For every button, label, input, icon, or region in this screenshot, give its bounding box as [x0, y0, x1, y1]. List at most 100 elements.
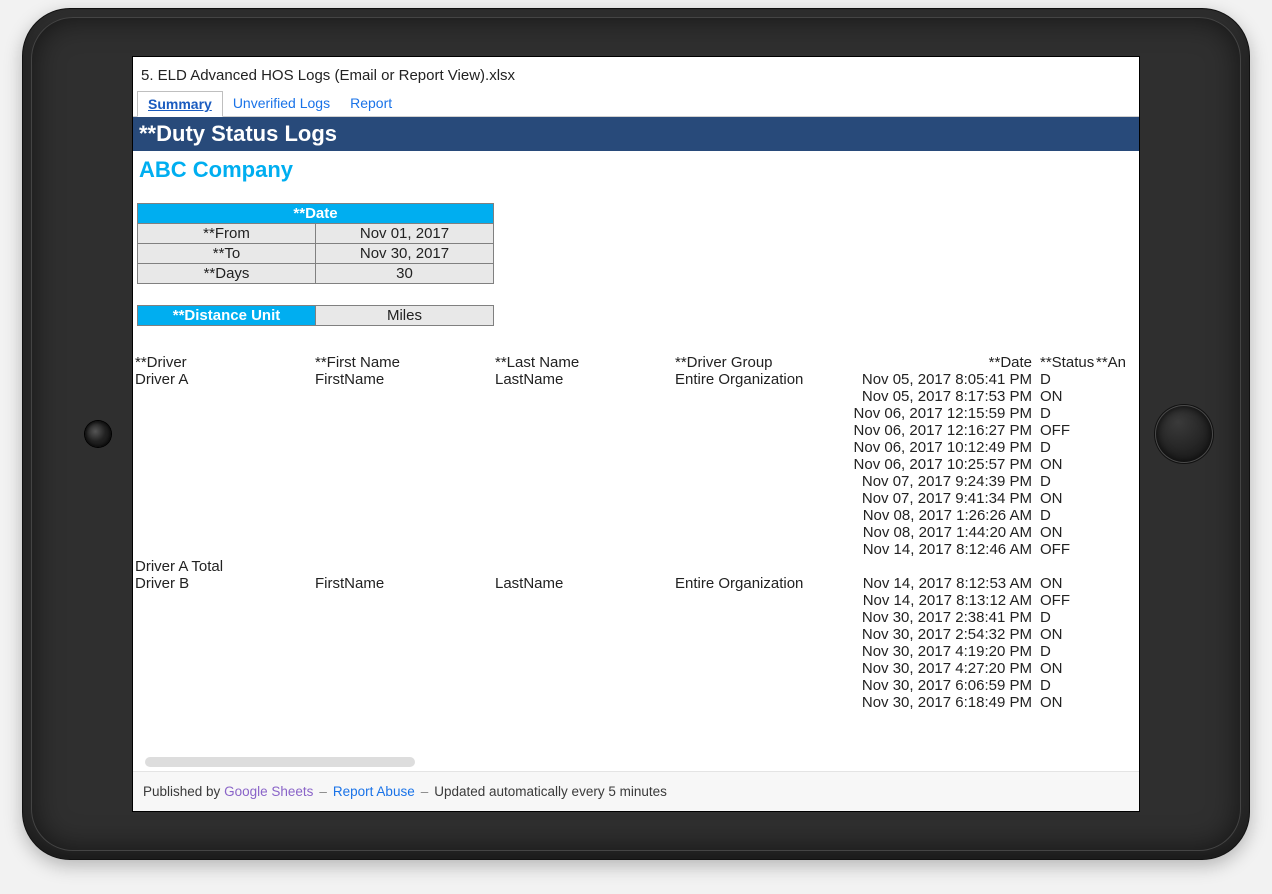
driver-last-name: LastName [495, 575, 675, 592]
log-date: Nov 07, 2017 9:41:34 PM [850, 490, 1036, 507]
footer-updated-text: Updated automatically every 5 minutes [434, 784, 667, 799]
log-status: ON [1036, 524, 1096, 541]
empty-cell [1036, 558, 1096, 575]
empty-cell [315, 541, 495, 558]
log-status: OFF [1036, 422, 1096, 439]
empty-cell [495, 677, 675, 694]
footer-report-abuse-link[interactable]: Report Abuse [333, 784, 415, 799]
empty-cell [495, 592, 675, 609]
empty-cell [135, 592, 315, 609]
log-date: Nov 05, 2017 8:05:41 PM [850, 371, 1036, 388]
log-status: D [1036, 405, 1096, 422]
from-value: Nov 01, 2017 [316, 224, 494, 244]
empty-cell [135, 643, 315, 660]
empty-cell [495, 422, 675, 439]
tab-summary[interactable]: Summary [137, 91, 223, 117]
col-first-name: **First Name [315, 354, 495, 371]
distance-unit-value: Miles [316, 306, 494, 326]
log-annotation [1096, 660, 1139, 677]
empty-cell [675, 558, 850, 575]
tab-report[interactable]: Report [340, 91, 402, 115]
empty-cell [135, 473, 315, 490]
log-date: Nov 30, 2017 2:54:32 PM [850, 626, 1036, 643]
log-date: Nov 05, 2017 8:17:53 PM [850, 388, 1036, 405]
page-title: **Duty Status Logs [133, 117, 1139, 151]
log-status: D [1036, 473, 1096, 490]
document-title: 5. ELD Advanced HOS Logs (Email or Repor… [133, 57, 1139, 90]
footer-google-sheets-link[interactable]: Google Sheets [224, 784, 313, 799]
empty-cell [495, 694, 675, 711]
log-date: Nov 14, 2017 8:12:46 AM [850, 541, 1036, 558]
log-date: Nov 30, 2017 2:38:41 PM [850, 609, 1036, 626]
empty-cell [1096, 558, 1139, 575]
log-date: Nov 30, 2017 6:06:59 PM [850, 677, 1036, 694]
empty-cell [495, 405, 675, 422]
col-last-name: **Last Name [495, 354, 675, 371]
log-status: D [1036, 643, 1096, 660]
log-date: Nov 08, 2017 1:26:26 AM [850, 507, 1036, 524]
empty-cell [495, 558, 675, 575]
driver-last-name: LastName [495, 371, 675, 388]
empty-cell [315, 388, 495, 405]
from-label: **From [138, 224, 316, 244]
log-annotation [1096, 575, 1139, 592]
empty-cell [495, 439, 675, 456]
empty-cell [315, 524, 495, 541]
log-date: Nov 14, 2017 8:13:12 AM [850, 592, 1036, 609]
log-date: Nov 06, 2017 12:16:27 PM [850, 422, 1036, 439]
date-header-cell: **Date [138, 204, 494, 224]
empty-cell [495, 609, 675, 626]
col-status: **Status [1036, 354, 1096, 371]
tablet-camera [85, 421, 111, 447]
empty-cell [315, 592, 495, 609]
tab-unverified-logs[interactable]: Unverified Logs [223, 91, 340, 115]
empty-cell [495, 643, 675, 660]
empty-cell [675, 541, 850, 558]
empty-cell [675, 643, 850, 660]
empty-cell [135, 660, 315, 677]
log-status: D [1036, 439, 1096, 456]
empty-cell [135, 405, 315, 422]
log-status: ON [1036, 490, 1096, 507]
empty-cell [675, 677, 850, 694]
log-annotation [1096, 592, 1139, 609]
log-status: OFF [1036, 541, 1096, 558]
horizontal-scrollbar[interactable] [145, 757, 415, 767]
tablet-home-button[interactable] [1155, 405, 1213, 463]
empty-cell [675, 473, 850, 490]
col-driver: **Driver [135, 354, 315, 371]
empty-cell [315, 473, 495, 490]
empty-cell [135, 456, 315, 473]
empty-cell [675, 694, 850, 711]
log-date: Nov 06, 2017 12:15:59 PM [850, 405, 1036, 422]
vertical-scrollbar[interactable] [1127, 119, 1137, 519]
driver-name: Driver A [135, 371, 315, 388]
log-annotation [1096, 524, 1139, 541]
log-annotation [1096, 626, 1139, 643]
to-value: Nov 30, 2017 [316, 244, 494, 264]
sheet-tabs: Summary Unverified Logs Report [133, 90, 1139, 117]
empty-cell [315, 439, 495, 456]
empty-cell [675, 507, 850, 524]
empty-cell [675, 388, 850, 405]
empty-cell [850, 558, 1036, 575]
days-label: **Days [138, 264, 316, 284]
empty-cell [135, 677, 315, 694]
content-scroll[interactable]: **Duty Status Logs ABC Company **Date **… [133, 117, 1139, 771]
log-status: OFF [1036, 592, 1096, 609]
empty-cell [675, 490, 850, 507]
log-date: Nov 14, 2017 8:12:53 AM [850, 575, 1036, 592]
empty-cell [315, 677, 495, 694]
log-date: Nov 07, 2017 9:24:39 PM [850, 473, 1036, 490]
empty-cell [495, 388, 675, 405]
empty-cell [315, 694, 495, 711]
distance-unit-label: **Distance Unit [138, 306, 316, 326]
empty-cell [495, 490, 675, 507]
empty-cell [675, 439, 850, 456]
empty-cell [675, 422, 850, 439]
col-driver-group: **Driver Group [675, 354, 850, 371]
empty-cell [315, 660, 495, 677]
log-annotation [1096, 541, 1139, 558]
days-value: 30 [316, 264, 494, 284]
log-date: Nov 08, 2017 1:44:20 AM [850, 524, 1036, 541]
